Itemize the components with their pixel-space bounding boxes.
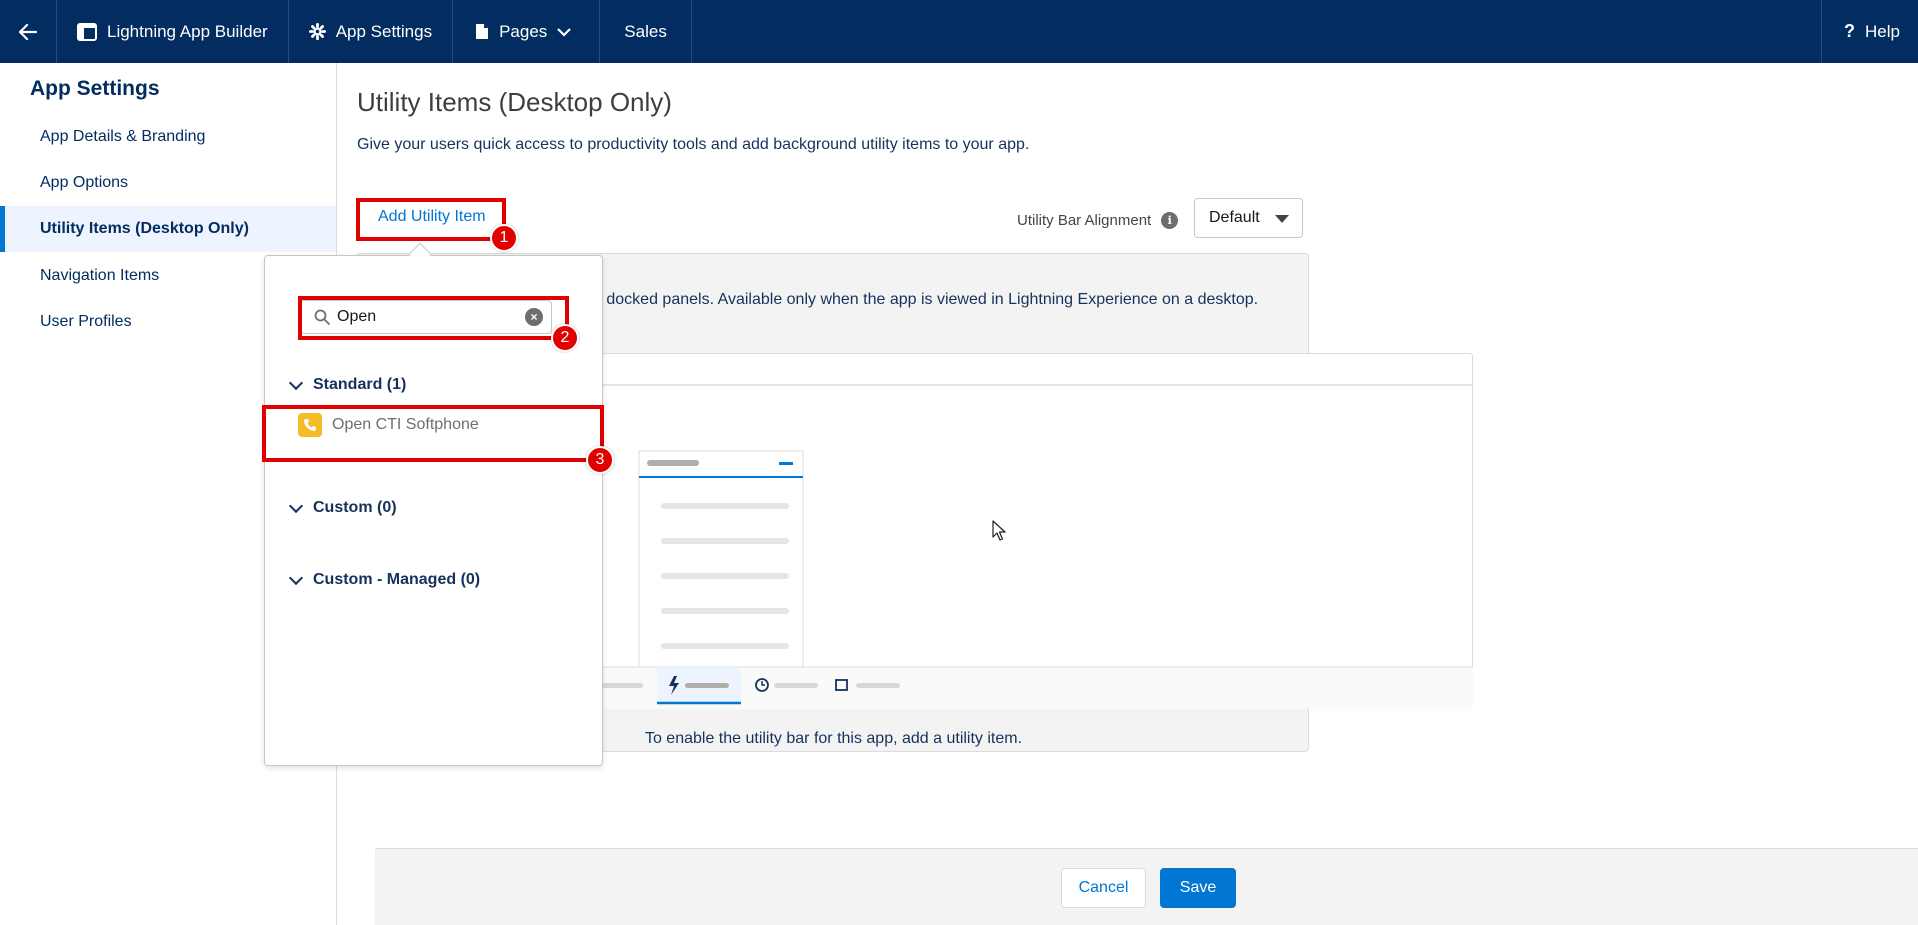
search-icon	[314, 309, 330, 325]
sidebar-item-app-details[interactable]: App Details & Branding	[0, 114, 336, 160]
app-settings-tab[interactable]: App Settings	[289, 0, 454, 63]
chevron-down-icon	[288, 375, 304, 390]
sidebar-item-label: App Options	[40, 174, 129, 191]
sidebar-item-utility-items[interactable]: Utility Items (Desktop Only)	[0, 206, 336, 252]
pages-label: Pages	[499, 21, 548, 41]
group-label: Custom - Managed (0)	[313, 571, 481, 588]
sidebar-title: App Settings	[30, 77, 160, 100]
group-custom[interactable]: Custom (0)	[288, 498, 397, 517]
result-label: Open CTI Softphone	[332, 416, 479, 433]
top-navigation-bar: Lightning App Builder App Settings Pages…	[0, 0, 1918, 63]
app-name-label: Sales	[624, 21, 667, 41]
sidebar-item-app-options[interactable]: App Options	[0, 160, 336, 206]
page-icon	[476, 24, 489, 39]
sidebar-item-label: App Details & Branding	[40, 128, 206, 145]
sidebar-item-label: User Profiles	[40, 313, 132, 330]
app-name: Sales	[600, 0, 692, 63]
alignment-label-text: Utility Bar Alignment	[1017, 212, 1152, 229]
chevron-down-icon	[288, 498, 304, 513]
sidebar-item-label: Utility Items (Desktop Only)	[40, 220, 249, 237]
lightning-app-builder-link[interactable]: Lightning App Builder	[57, 0, 289, 63]
help-label: Help	[1865, 21, 1900, 41]
page-description: Give your users quick access to producti…	[357, 136, 1030, 153]
app-builder-icon	[77, 22, 97, 41]
step-badge-2: 2	[551, 324, 579, 352]
chevron-down-icon	[288, 570, 304, 585]
group-label: Standard (1)	[313, 376, 407, 393]
help-button[interactable]: ? Help	[1821, 0, 1918, 63]
chevron-down-icon	[557, 27, 572, 37]
pages-dropdown[interactable]: Pages	[453, 0, 601, 63]
clear-search-icon[interactable]: ×	[525, 308, 543, 326]
caret-down-icon	[1275, 215, 1289, 223]
page-title: Utility Items (Desktop Only)	[357, 87, 672, 117]
back-button[interactable]	[0, 0, 57, 63]
app-builder-label: Lightning App Builder	[107, 21, 268, 41]
step-badge-3: 3	[586, 446, 614, 474]
save-button[interactable]: Save	[1160, 868, 1236, 908]
group-label: Custom (0)	[313, 499, 397, 516]
sidebar-item-label: Navigation Items	[40, 267, 160, 284]
cancel-button[interactable]: Cancel	[1061, 868, 1146, 908]
back-arrow-icon	[19, 23, 37, 40]
group-standard[interactable]: Standard (1)	[288, 375, 407, 394]
phone-icon	[298, 413, 322, 437]
search-value: Open	[337, 308, 377, 325]
mouse-cursor-icon	[992, 520, 1006, 541]
app-settings-label: App Settings	[335, 21, 433, 41]
footer-bar: Cancel Save	[375, 848, 1918, 925]
utility-bar-alignment-label: Utility Bar Alignment i	[1017, 212, 1179, 229]
gear-icon	[308, 23, 326, 40]
question-icon: ?	[1844, 21, 1856, 41]
utility-bar-alignment-select[interactable]: Default	[1194, 198, 1303, 238]
info-icon[interactable]: i	[1161, 212, 1179, 229]
component-search-input[interactable]: Open ×	[300, 300, 552, 334]
alignment-value: Default	[1209, 209, 1260, 226]
step-badge-1: 1	[490, 224, 518, 252]
add-utility-item-button[interactable]: Add Utility Item	[378, 208, 486, 226]
result-open-cti-softphone[interactable]: Open CTI Softphone	[266, 404, 603, 446]
group-custom-managed[interactable]: Custom - Managed (0)	[288, 570, 481, 589]
utility-bar-illustration	[599, 353, 1473, 709]
